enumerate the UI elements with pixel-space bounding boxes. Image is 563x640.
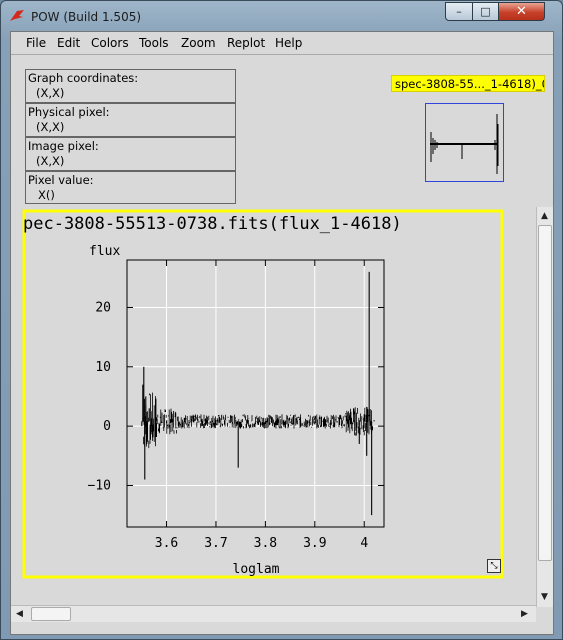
menu-colors[interactable]: Colors — [91, 36, 129, 50]
menu-help[interactable]: Help — [275, 36, 302, 50]
graph-highlight-frame — [22, 209, 504, 579]
x-axis-label: loglam — [233, 562, 280, 577]
resize-icon[interactable]: ⤡ — [487, 559, 501, 573]
x-tick-label: 3.6 — [155, 536, 178, 551]
scroll-left-arrow[interactable]: ◀ — [12, 606, 27, 621]
pixel-value-box: Pixel value: X() — [25, 171, 236, 204]
close-icon: ✕ — [516, 4, 527, 19]
image-pixel-label: Image pixel: — [28, 139, 99, 153]
pixel-value-value: X() — [38, 188, 55, 202]
x-tick-label: 3.7 — [204, 536, 227, 551]
menu-zoom[interactable]: Zoom — [181, 36, 216, 50]
graph-coordinates-value: (X,X) — [36, 86, 65, 100]
scroll-right-arrow[interactable]: ▶ — [517, 606, 532, 621]
graph-coordinates-label: Graph coordinates: — [28, 71, 139, 85]
plot-svg[interactable]: pec-3808-55513-0738.fits(flux_1-4618)flu… — [11, 207, 536, 607]
chart-title: pec-3808-55513-0738.fits(flux_1-4618) — [23, 214, 402, 234]
thumbnail-plot — [430, 114, 499, 174]
graph-canvas[interactable]: pec-3808-55513-0738.fits(flux_1-4618)flu… — [11, 207, 536, 607]
image-pixel-value: (X,X) — [36, 154, 65, 168]
pixel-value-label: Pixel value: — [28, 173, 94, 187]
physical-pixel-label: Physical pixel: — [28, 105, 110, 119]
graph-thumbnail[interactable] — [425, 103, 504, 182]
menu-bar: File Edit Colors Tools Zoom Replot Help — [11, 32, 553, 53]
menu-separator — [11, 54, 553, 55]
menu-file[interactable]: File — [26, 36, 46, 50]
horizontal-scrollbar[interactable]: ◀ ▶ — [11, 605, 536, 622]
physical-pixel-box: Physical pixel: (X,X) — [25, 103, 236, 137]
image-pixel-box: Image pixel: (X,X) — [25, 137, 236, 171]
pow-window: POW (Build 1.505) – □ ✕ File Edit Colors… — [0, 0, 563, 640]
y-tick-label: 20 — [95, 300, 111, 315]
physical-pixel-value: (X,X) — [36, 120, 65, 134]
y-tick-label: 10 — [95, 360, 111, 375]
menu-tools[interactable]: Tools — [139, 36, 169, 50]
x-tick-label: 3.8 — [254, 536, 277, 551]
horizontal-scroll-thumb[interactable] — [31, 607, 71, 621]
close-button[interactable]: ✕ — [498, 2, 545, 21]
graph-coordinates-box: Graph coordinates: (X,X) — [25, 69, 236, 103]
minimize-icon: – — [456, 5, 462, 18]
title-bar[interactable]: POW (Build 1.505) – □ ✕ — [1, 1, 562, 31]
menu-edit[interactable]: Edit — [57, 36, 80, 50]
client-area: File Edit Colors Tools Zoom Replot Help … — [10, 31, 554, 635]
vertical-scrollbar[interactable]: ▲ ▼ — [536, 207, 553, 607]
graph-tag[interactable]: spec-3808-55..._1-4618)_0 — [391, 75, 545, 92]
x-tick-label: 4 — [360, 536, 368, 551]
window-title: POW (Build 1.505) — [31, 10, 142, 24]
x-tick-label: 3.9 — [303, 536, 326, 551]
menu-replot[interactable]: Replot — [227, 36, 265, 50]
y-axis-label: flux — [89, 244, 120, 259]
scroll-down-arrow[interactable]: ▼ — [537, 589, 552, 604]
y-tick-label: −10 — [88, 478, 111, 493]
maximize-icon: □ — [480, 5, 491, 18]
y-tick-label: 0 — [103, 419, 111, 434]
minimize-button[interactable]: – — [445, 2, 473, 21]
spectrum-noise — [142, 392, 373, 449]
tk-feather-icon — [10, 10, 24, 21]
plot-frame — [126, 259, 385, 528]
maximize-button[interactable]: □ — [472, 2, 499, 21]
scroll-up-arrow[interactable]: ▲ — [537, 208, 552, 223]
vertical-scroll-thumb[interactable] — [538, 225, 552, 561]
